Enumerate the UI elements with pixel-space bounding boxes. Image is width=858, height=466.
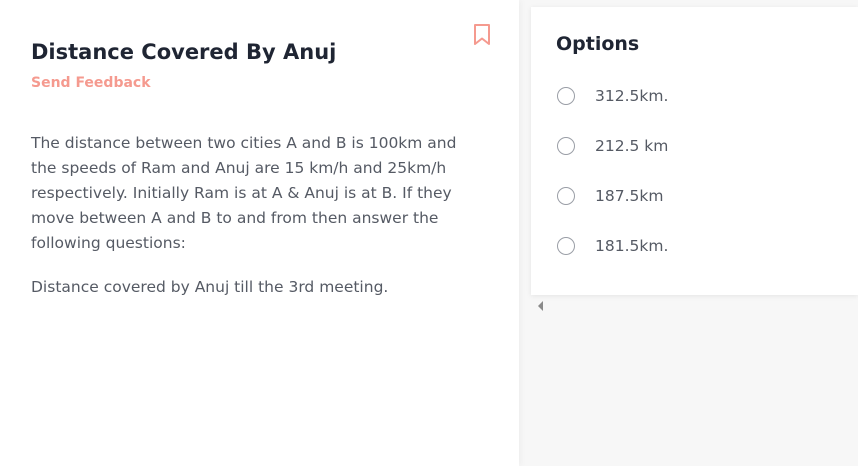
option-4[interactable]: 181.5km.	[557, 233, 668, 259]
scroll-left-arrow-icon[interactable]	[538, 301, 543, 311]
radio-button[interactable]	[557, 87, 575, 105]
option-label: 212.5 km	[595, 137, 669, 155]
question-panel: Distance Covered By Anuj Send Feedback T…	[0, 0, 519, 466]
question-title: Distance Covered By Anuj	[31, 40, 337, 64]
options-card: Options 312.5km. 212.5 km 187.5km 181.5k…	[531, 7, 858, 295]
options-title: Options	[556, 33, 640, 55]
send-feedback-link[interactable]: Send Feedback	[31, 75, 151, 91]
radio-button[interactable]	[557, 137, 575, 155]
bookmark-icon[interactable]	[472, 23, 492, 47]
radio-button[interactable]	[557, 187, 575, 205]
option-label: 312.5km.	[595, 87, 669, 105]
option-label: 187.5km	[595, 187, 664, 205]
option-label: 181.5km.	[595, 237, 669, 255]
option-3[interactable]: 187.5km	[557, 183, 663, 209]
problem-statement: The distance between two cities A and B …	[31, 134, 457, 252]
option-1[interactable]: 312.5km.	[557, 83, 668, 109]
option-2[interactable]: 212.5 km	[557, 133, 668, 159]
radio-button[interactable]	[557, 237, 575, 255]
question-prompt: Distance covered by Anuj till the 3rd me…	[31, 278, 389, 296]
